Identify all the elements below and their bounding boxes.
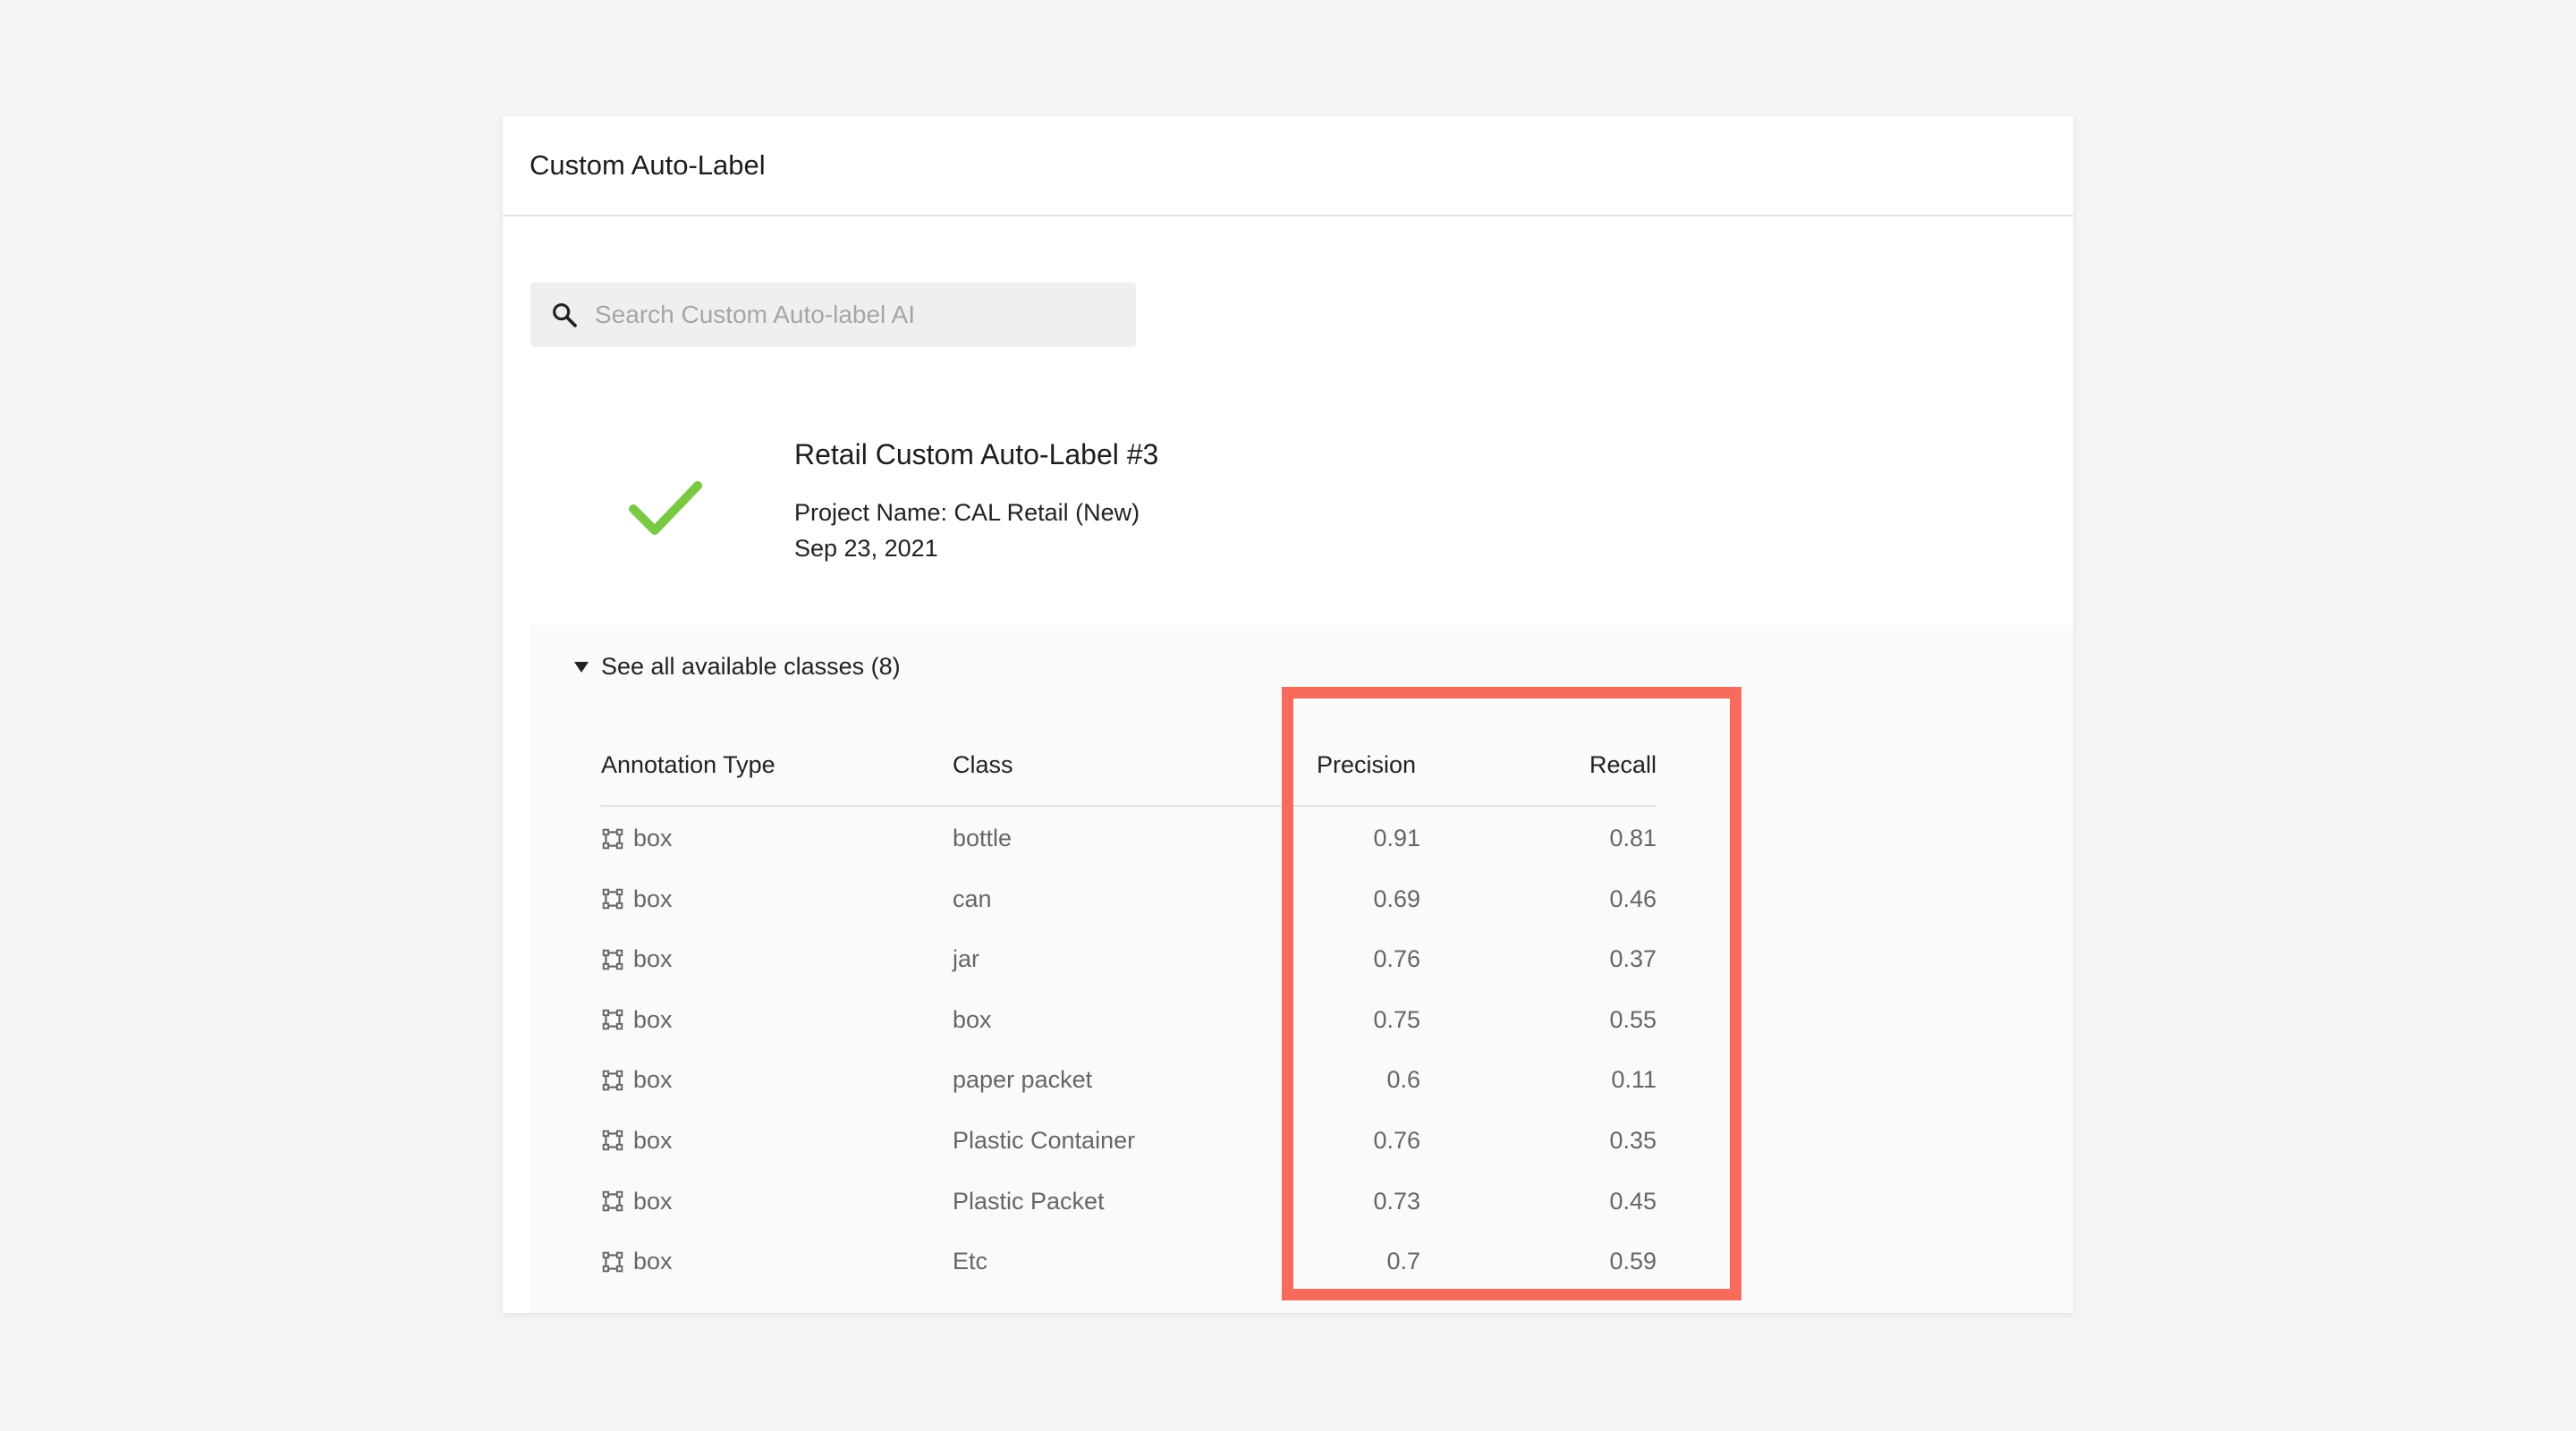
bounding-box-icon <box>602 1190 623 1212</box>
bounding-box-icon <box>602 888 623 910</box>
recall-cell: 0.55 <box>1609 1005 1657 1033</box>
header-annotation-type: Annotation Type <box>601 751 775 778</box>
annotation-type-label: box <box>633 1005 673 1033</box>
see-all-classes-label: See all available classes (8) <box>601 653 901 680</box>
precision-cell: 0.76 <box>1373 1126 1420 1154</box>
header-class: Class <box>953 751 1013 778</box>
table-row: box Plastic Packet 0.73 0.45 <box>601 1170 1657 1231</box>
class-cell: box <box>953 1005 992 1033</box>
recall-cell: 0.45 <box>1609 1187 1657 1215</box>
custom-auto-label-panel: Custom Auto-Label Retail Custom Auto-Lab… <box>503 116 2073 1313</box>
model-title: Retail Custom Auto-Label #3 <box>794 438 1159 470</box>
annotation-type-cell: box <box>601 1127 673 1155</box>
check-icon <box>629 481 702 535</box>
panel-header: Custom Auto-Label <box>503 116 2073 216</box>
precision-cell: 0.7 <box>1386 1248 1420 1275</box>
bounding-box-icon <box>602 1130 623 1151</box>
bounding-box-icon <box>602 828 623 849</box>
bounding-box-icon <box>602 1010 623 1030</box>
bounding-box-icon <box>602 949 623 970</box>
table-row: box paper packet 0.6 0.11 <box>601 1048 1657 1109</box>
recall-cell: 0.35 <box>1609 1126 1657 1154</box>
table-row: box bottle 0.91 0.81 <box>601 807 1657 868</box>
table-row: box can 0.69 0.46 <box>601 868 1657 928</box>
annotation-type-label: box <box>633 825 673 851</box>
header-recall: Recall <box>1589 751 1657 778</box>
annotation-type-label: box <box>633 1187 673 1215</box>
caret-down-icon <box>574 661 589 673</box>
search-box[interactable] <box>530 283 1136 347</box>
precision-cell: 0.6 <box>1386 1066 1420 1094</box>
annotation-type-cell: box <box>601 1248 673 1275</box>
class-cell: can <box>953 885 992 912</box>
annotation-type-label: box <box>633 885 673 912</box>
class-cell: bottle <box>953 825 1013 851</box>
search-input[interactable] <box>595 301 1096 329</box>
precision-cell: 0.91 <box>1373 825 1420 851</box>
class-cell: jar <box>953 945 980 973</box>
table-row: box Etc 0.7 0.59 <box>601 1230 1657 1291</box>
recall-cell: 0.81 <box>1609 825 1657 851</box>
annotation-type-label: box <box>633 945 673 973</box>
precision-cell: 0.75 <box>1373 1005 1420 1033</box>
model-card: Retail Custom Auto-Label #3 Project Name… <box>530 385 2073 1313</box>
recall-cell: 0.59 <box>1609 1248 1657 1275</box>
annotation-type-cell: box <box>601 1066 673 1094</box>
class-cell: paper packet <box>953 1066 1093 1094</box>
precision-cell: 0.73 <box>1373 1187 1420 1215</box>
annotation-type-label: box <box>633 1126 673 1154</box>
model-date: Sep 23, 2021 <box>794 535 938 562</box>
panel-title: Custom Auto-Label <box>530 149 766 181</box>
class-cell: Etc <box>953 1248 988 1275</box>
table-body: box bottle 0.91 0.81 box can 0.69 0.46 box jar 0.7… <box>601 807 1657 1291</box>
recall-cell: 0.46 <box>1609 885 1657 912</box>
annotation-type-cell: box <box>601 825 673 852</box>
annotation-type-label: box <box>633 1248 673 1275</box>
table-row: box jar 0.76 0.37 <box>601 927 1657 988</box>
precision-cell: 0.76 <box>1373 945 1420 973</box>
table-row: box box 0.75 0.55 <box>601 988 1657 1049</box>
header-precision: Precision <box>1317 751 1417 778</box>
model-summary[interactable]: Retail Custom Auto-Label #3 Project Name… <box>530 385 2073 624</box>
class-cell: Plastic Container <box>953 1126 1136 1154</box>
class-cell: Plastic Packet <box>953 1187 1105 1215</box>
model-project-name: Project Name: CAL Retail (New) <box>794 499 1140 526</box>
precision-cell: 0.69 <box>1373 885 1420 912</box>
annotation-type-cell: box <box>601 885 673 913</box>
annotation-type-cell: box <box>601 945 673 973</box>
bounding-box-icon <box>602 1251 623 1272</box>
table-header: Annotation Type Class Precision Recall <box>601 724 1657 807</box>
search-icon <box>553 303 577 327</box>
annotation-type-cell: box <box>601 1188 673 1215</box>
recall-cell: 0.37 <box>1609 945 1657 973</box>
annotation-type-cell: box <box>601 1006 673 1034</box>
recall-cell: 0.11 <box>1611 1066 1657 1094</box>
bounding-box-icon <box>602 1070 623 1091</box>
annotation-type-label: box <box>633 1066 673 1094</box>
classes-table: Annotation Type Class Precision Recall b… <box>601 724 1657 1291</box>
table-row: box Plastic Container 0.76 0.35 <box>601 1109 1657 1170</box>
see-all-classes-toggle[interactable]: See all available classes (8) <box>574 653 901 681</box>
